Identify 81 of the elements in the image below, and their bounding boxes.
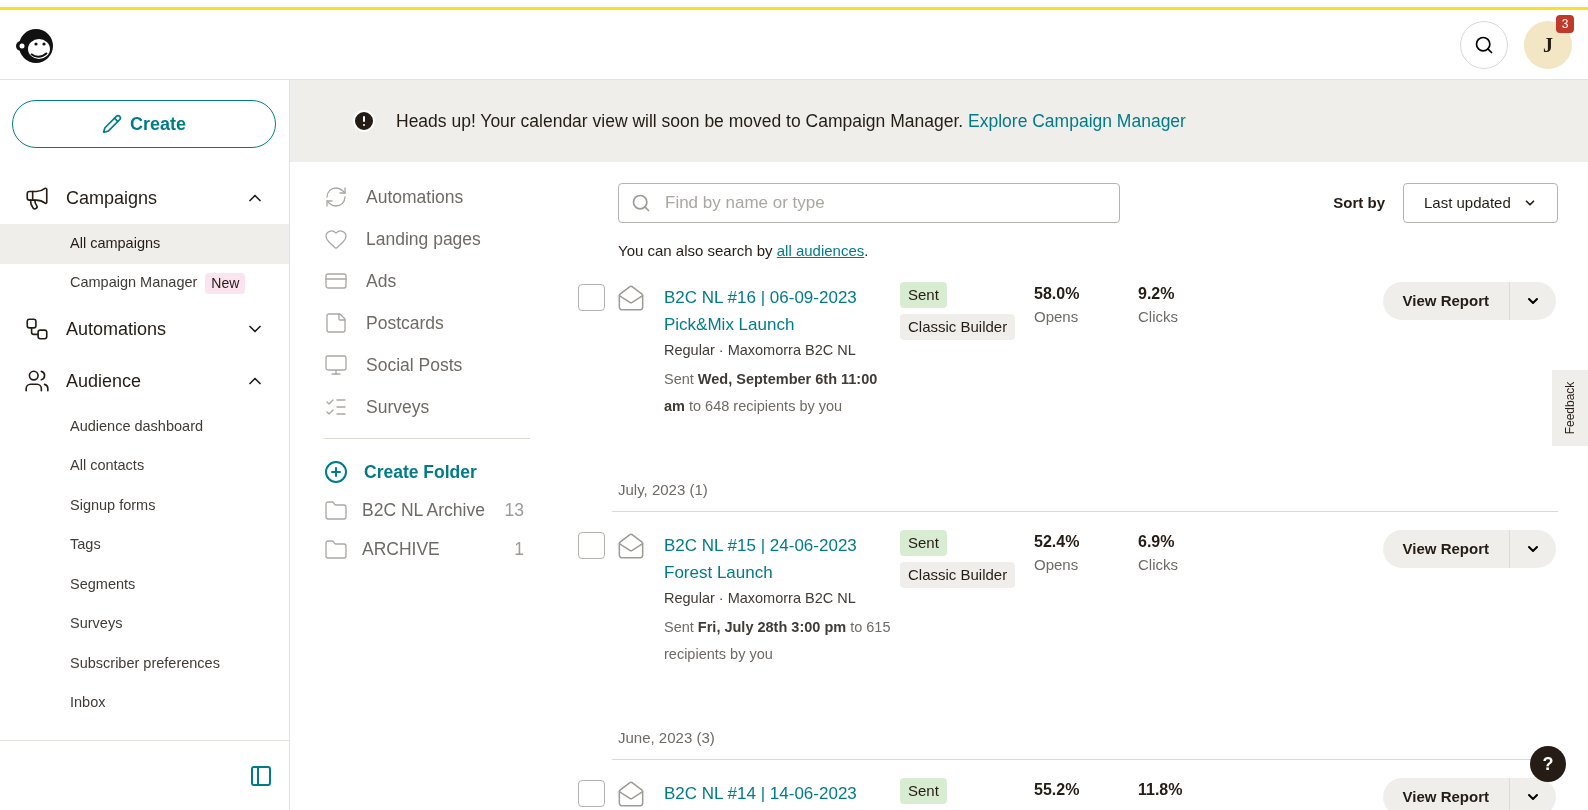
content-type-item[interactable]: Social Posts [324,344,564,386]
heart-icon [324,227,348,251]
folder-count: 13 [504,499,524,523]
campaign-subtitle-link[interactable]: Pick&Mix Launch [664,311,900,338]
folder-item[interactable]: B2C NL Archive 13 [324,491,524,530]
clicks-label: Clicks [1138,307,1179,327]
plus-circle-icon [324,460,348,484]
workflow-icon [24,316,50,342]
nav-item[interactable]: Inbox [0,683,289,723]
refresh-icon [324,185,348,209]
new-badge: New [205,272,246,294]
opens-label: Opens [1034,307,1080,327]
nav-item[interactable]: Campaign Manager New [0,263,289,303]
search-hint: You can also search by all audiences. [618,242,869,259]
content-type-item[interactable]: Postcards [324,302,564,344]
explore-link[interactable]: Explore Campaign Manager [968,110,1186,131]
feedback-tab[interactable]: Feedback [1552,370,1588,446]
nav-group-header[interactable]: Audience [0,355,289,407]
panel-toggle-icon[interactable] [249,763,273,788]
nav-group-header[interactable]: Campaigns [0,172,289,224]
folder-count: 1 [514,538,524,562]
create-folder-button[interactable]: Create Folder [324,453,564,491]
notification-badge: 3 [1556,14,1574,33]
opens-label: Opens [1034,555,1080,575]
content-type-item[interactable]: Landing pages [324,218,564,260]
note-icon [324,311,348,335]
nav-item[interactable]: Tags [0,525,289,565]
campaign-title-link[interactable]: B2C NL #16 | 06-09-2023 [664,284,900,311]
alert-icon [352,109,376,133]
help-button[interactable]: ? [1530,746,1566,782]
pencil-icon [102,114,122,134]
search-icon [631,193,651,213]
folder-icon [324,498,348,523]
opens-rate: 55.2% [1034,780,1081,800]
campaign-subtitle-link[interactable]: Forest Launch [664,559,900,586]
campaign-meta: Regular · Maxomorra B2C NL [664,589,857,608]
people-icon [24,368,50,394]
nav-item[interactable]: Subscriber preferences [0,644,289,684]
campaign-meta: Regular · Maxomorra B2C NL [664,341,857,360]
month-heading: July, 2023 (1) [618,479,708,500]
nav-item[interactable]: All contacts [0,446,289,486]
email-icon [617,532,645,560]
monitor-icon [324,353,348,377]
opens-rate: 52.4% [1034,532,1081,552]
opens-rate: 58.0% [1034,284,1081,304]
row-checkbox[interactable] [578,532,605,559]
builder-badge: Classic Builder [900,314,1016,340]
sort-dropdown[interactable]: Last updated [1403,183,1558,223]
email-icon [617,284,645,312]
nav-item[interactable]: Segments [0,565,289,605]
content-type-item[interactable]: Ads [324,260,564,302]
content-type-item[interactable]: Automations [324,176,564,218]
status-badge: Sent [900,778,947,804]
nav-group-header[interactable]: Automations [0,303,289,355]
folder-icon [324,537,348,562]
nav-item[interactable]: Audience dashboard [0,407,289,447]
email-icon [617,780,645,808]
row-checkbox[interactable] [578,780,605,807]
nav-item[interactable]: All campaigns [0,224,289,264]
megaphone-icon [24,185,50,211]
nav-item[interactable]: Surveys [0,604,289,644]
campaign-title-link[interactable]: B2C NL #14 | 14-06-2023 [664,780,900,807]
row-checkbox[interactable] [578,284,605,311]
status-badge: Sent [900,282,947,308]
sort-label: Sort by [1333,192,1385,213]
status-badge: Sent [900,530,947,556]
campaign-title-link[interactable]: B2C NL #15 | 24-06-2023 [664,532,900,559]
month-heading: June, 2023 (3) [618,727,715,748]
clicks-rate: 11.8% [1138,780,1184,800]
search-icon [1474,34,1494,55]
clicks-rate: 9.2% [1138,284,1176,304]
clicks-rate: 6.9% [1138,532,1176,552]
sent-info: Sent Fri, July 28th 3:00 pm to 615 recipients by you [664,618,892,664]
clicks-label: Clicks [1138,555,1179,575]
content-type-item[interactable]: Surveys [324,386,564,428]
banner-text: Heads up! Your calendar view will soon be moved to Campaign Manager. Explore Campaign Manager [396,109,1186,133]
builder-badge: Classic Builder [900,562,1016,588]
nav-item[interactable]: Signup forms [0,486,289,526]
sent-info: Sent Wed, September 6th 11:00 am to 648 recipients by you [664,370,879,416]
search-field[interactable]: Find by name or type [618,183,1120,223]
folder-item[interactable]: ARCHIVE 1 [324,530,524,569]
